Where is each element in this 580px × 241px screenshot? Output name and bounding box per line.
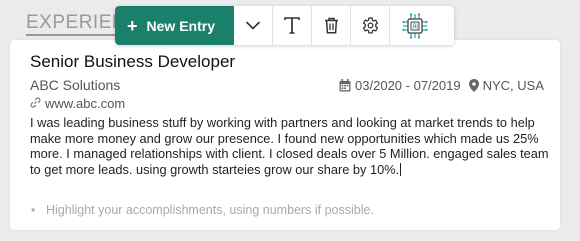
text-format-icon — [284, 17, 300, 34]
ai-chip-icon — [401, 12, 429, 40]
bullet-marker: • — [31, 203, 36, 217]
bullet-placeholder[interactable]: Highlight your accomplishments, using nu… — [46, 203, 374, 217]
gear-icon — [362, 17, 379, 34]
entry-dates[interactable]: 03/2020 - 07/2019 — [355, 78, 461, 93]
entry-description-text: I was leading business stuff by working … — [30, 115, 549, 177]
entry-title[interactable]: Senior Business Developer — [30, 52, 235, 72]
plus-icon: + — [127, 15, 138, 36]
location-pin-icon — [468, 79, 479, 92]
chevron-down-icon — [246, 21, 260, 30]
entry-website[interactable]: www.abc.com — [30, 96, 125, 111]
calendar-icon — [339, 79, 351, 92]
ai-assist-button[interactable] — [390, 6, 440, 45]
text-cursor — [400, 162, 402, 176]
entry-company[interactable]: ABC Solutions — [30, 77, 120, 93]
new-entry-label: New Entry — [146, 17, 215, 34]
text-format-button[interactable] — [273, 6, 312, 45]
entry-settings-button[interactable] — [351, 6, 390, 45]
entry-website-text: www.abc.com — [45, 96, 126, 111]
entry-dropdown-button[interactable] — [234, 6, 273, 45]
entry-description-editor[interactable]: I was leading business stuff by working … — [30, 115, 550, 177]
delete-entry-button[interactable] — [312, 6, 351, 45]
entry-meta: 03/2020 - 07/2019 NYC, USA — [339, 78, 544, 93]
new-entry-button[interactable]: + New Entry — [115, 6, 234, 45]
link-icon — [30, 96, 41, 111]
experience-entry-card[interactable]: Senior Business Developer ABC Solutions … — [10, 40, 560, 230]
entry-location[interactable]: NYC, USA — [483, 78, 544, 93]
entry-toolbar: + New Entry — [115, 6, 454, 45]
trash-icon — [324, 17, 339, 34]
